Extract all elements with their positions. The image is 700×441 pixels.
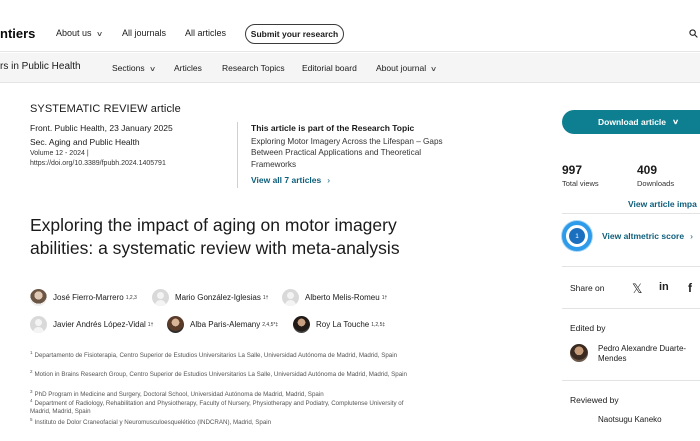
affiliation: 4 Department of Radiology, Rehabilitation… xyxy=(30,397,420,415)
nav-about-us[interactable]: About us ∨ xyxy=(56,28,103,38)
subnav-about-journal-label: About journal xyxy=(376,63,427,73)
affiliation-number: 4 xyxy=(30,398,33,403)
chevron-down-icon: ∨ xyxy=(148,66,156,73)
author-name: Alberto Melis-Romeu xyxy=(305,293,380,302)
avatar xyxy=(30,289,47,306)
altmetric-badge[interactable]: 1 xyxy=(562,221,592,251)
avatar xyxy=(30,316,47,333)
journal-name[interactable]: rs in Public Health xyxy=(0,61,81,72)
article-title: Exploring the impact of aging on motor i… xyxy=(30,215,400,258)
site-logo[interactable]: ntiers xyxy=(0,26,35,41)
view-altmetric-score-link[interactable]: View altmetric score › xyxy=(602,231,693,241)
avatar xyxy=(167,316,184,333)
affiliation: 1 Departamento de Fisioterapia, Centro Su… xyxy=(30,349,420,360)
editor[interactable]: Pedro Alexandre Duarte-Mendes xyxy=(570,344,698,364)
affiliation: 2 Motion in Brains Research Group, Centro… xyxy=(30,368,420,379)
reviewer-name: Naotsugu Kaneko xyxy=(598,415,662,424)
chevron-down-icon: ∨ xyxy=(430,66,438,73)
nav-all-journals[interactable]: All journals xyxy=(122,28,166,38)
altmetric-score: 1 xyxy=(569,228,585,244)
author-affiliation: 1† xyxy=(147,321,154,328)
nav-about-us-label: About us xyxy=(56,28,92,38)
subnav-about-journal[interactable]: About journal ∨ xyxy=(376,63,438,73)
journal-date: Front. Public Health, 23 January 2025 xyxy=(30,123,173,133)
editor-name: Pedro Alexandre Duarte-Mendes xyxy=(598,344,687,363)
divider xyxy=(562,380,700,381)
subnav-sections[interactable]: Sections ∨ xyxy=(112,63,156,73)
total-views-label: Total views xyxy=(562,179,599,188)
total-views-count: 997 xyxy=(562,163,583,177)
affiliation-number: 3 xyxy=(30,389,33,394)
chevron-down-icon: ∨ xyxy=(671,119,680,126)
view-all-articles-link[interactable]: View all 7 articles › xyxy=(251,175,330,185)
downloads-label: Downloads xyxy=(637,179,675,188)
article-doi[interactable]: https://doi.org/10.3389/fpubh.2024.14057… xyxy=(30,160,166,167)
facebook-icon[interactable]: f xyxy=(688,281,692,295)
avatar xyxy=(282,289,299,306)
chevron-down-icon: ∨ xyxy=(95,31,103,38)
affiliation-number: 1 xyxy=(30,350,33,355)
avatar xyxy=(293,316,310,333)
author[interactable]: José Fierro-Marrero 1,2,3 xyxy=(30,289,137,306)
author-name: Mario González-Iglesias xyxy=(175,293,261,302)
divider xyxy=(237,122,238,188)
author[interactable]: Javier Andrés López-Vidal 1† xyxy=(30,316,153,333)
subnav-sections-label: Sections xyxy=(112,63,145,73)
article-type: SYSTEMATIC REVIEW article xyxy=(30,103,181,115)
reviewed-by-heading: Reviewed by xyxy=(570,395,619,405)
divider xyxy=(562,266,700,267)
edited-by-heading: Edited by xyxy=(570,323,606,333)
author-name: Javier Andrés López-Vidal xyxy=(53,320,146,329)
share-label: Share on xyxy=(570,283,605,293)
affiliation: 5 Instituto de Dolor Craneofacial y Neuro… xyxy=(30,416,420,427)
author-name: José Fierro-Marrero xyxy=(53,293,124,302)
linkedin-icon[interactable]: in xyxy=(659,281,669,293)
divider xyxy=(562,308,700,309)
article-volume: Volume 12 - 2024 | xyxy=(30,150,89,157)
nav-all-articles[interactable]: All articles xyxy=(185,28,226,38)
research-topic-title[interactable]: Exploring Motor Imagery Across the Lifes… xyxy=(251,136,451,170)
x-icon[interactable]: 𝕏 xyxy=(632,281,642,297)
author-name: Alba Paris-Alemany xyxy=(190,320,261,329)
affiliation-text: Motion in Brains Research Group, Centro … xyxy=(34,371,407,379)
view-all-articles-label: View all 7 articles xyxy=(251,175,322,185)
download-article-label: Download article xyxy=(598,117,667,127)
subnav-editorial-board[interactable]: Editorial board xyxy=(302,63,357,73)
affiliation-number: 5 xyxy=(30,417,33,422)
author[interactable]: Alberto Melis-Romeu 1† xyxy=(282,289,387,306)
view-article-impact-link[interactable]: View article impa xyxy=(628,199,697,209)
affiliation-text: Department of Radiology, Rehabilitation … xyxy=(30,400,404,415)
divider xyxy=(562,213,700,214)
download-article-button[interactable]: Download article ∨ xyxy=(562,110,700,134)
author-affiliation: 1,2,3 xyxy=(125,294,137,301)
affiliation-number: 2 xyxy=(30,369,33,374)
author[interactable]: Alba Paris-Alemany 2,4,5*‡ xyxy=(167,316,278,333)
author-affiliation: 1,2,5‡ xyxy=(371,321,386,328)
chevron-right-icon: › xyxy=(327,175,331,185)
affiliation-text: Instituto de Dolor Craneofacial y Neurom… xyxy=(34,419,272,427)
author-affiliation: 1† xyxy=(262,294,269,301)
downloads-count: 409 xyxy=(637,163,658,177)
author[interactable]: Mario González-Iglesias 1† xyxy=(152,289,268,306)
avatar xyxy=(570,344,588,362)
subnav-research-topics[interactable]: Research Topics xyxy=(222,63,285,73)
avatar xyxy=(152,289,169,306)
altmetric-link-label: View altmetric score xyxy=(602,231,685,241)
author-name: Roy La Touche xyxy=(316,320,370,329)
article-section[interactable]: Sec. Aging and Public Health xyxy=(30,137,140,147)
submit-research-button[interactable]: Submit your research xyxy=(245,24,344,44)
subnav-articles[interactable]: Articles xyxy=(174,63,202,73)
research-topic-heading: This article is part of the Research Top… xyxy=(251,123,415,133)
author-affiliation: 2,4,5*‡ xyxy=(262,321,279,328)
reviewer[interactable]: Naotsugu Kaneko xyxy=(598,415,662,425)
top-navigation-bar xyxy=(0,0,700,52)
chevron-right-icon: › xyxy=(690,231,693,241)
affiliation-text: Departamento de Fisioterapia, Centro Sup… xyxy=(34,352,398,360)
author[interactable]: Roy La Touche 1,2,5‡ xyxy=(293,316,385,333)
author-affiliation: 1† xyxy=(381,294,388,301)
search-icon[interactable] xyxy=(689,29,698,38)
